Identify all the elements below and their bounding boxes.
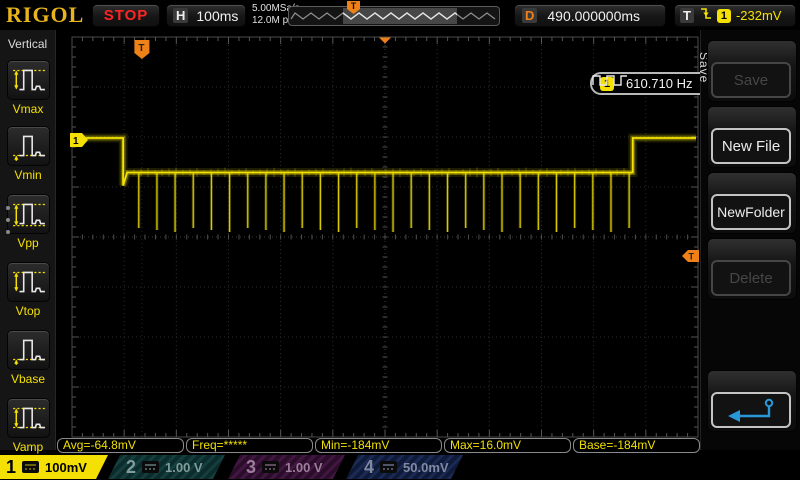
freq-value: 610.710 Hz bbox=[626, 76, 693, 91]
menu-page-dot bbox=[6, 230, 10, 234]
channel-1-status[interactable]: 1 100mV bbox=[0, 455, 112, 479]
svg-text:T: T bbox=[138, 43, 144, 54]
vpp-icon bbox=[11, 198, 47, 230]
measure-vmin-label: Vmin bbox=[0, 168, 56, 182]
trigger-level-marker[interactable]: T bbox=[682, 250, 699, 262]
delay-value: 490.000000ms bbox=[547, 8, 640, 24]
dc-coupling-icon bbox=[380, 461, 397, 473]
trigger-level-value: -232mV bbox=[736, 8, 782, 23]
measure-vpp-button[interactable] bbox=[7, 194, 50, 234]
measurement-max: Max=16.0mV bbox=[444, 438, 571, 453]
measure-vmax-button[interactable] bbox=[7, 60, 50, 100]
measurement-freq: Freq=***** bbox=[186, 438, 313, 453]
run-state-label: STOP bbox=[104, 7, 149, 24]
channel-2-status[interactable]: 2 1.00 V bbox=[108, 455, 228, 479]
measurement-base: Base=-184mV bbox=[573, 438, 700, 453]
vtop-icon bbox=[11, 266, 47, 298]
svg-text:T: T bbox=[689, 252, 695, 262]
run-state-button[interactable]: STOP bbox=[92, 4, 160, 27]
trigger-status-box[interactable]: T 1 -232mV bbox=[674, 4, 796, 27]
measurement-readouts: Avg=-64.8mV Freq=***** Min=-184mV Max=16… bbox=[57, 438, 700, 453]
measure-vamp-button[interactable] bbox=[7, 398, 50, 438]
dc-coupling-icon bbox=[262, 461, 279, 473]
channel-2-number: 2 bbox=[126, 457, 136, 478]
measure-vbase-label: Vbase bbox=[0, 372, 56, 386]
channel-4-status[interactable]: 4 50.0mV bbox=[346, 455, 466, 479]
save-button[interactable]: Save bbox=[711, 62, 791, 98]
measurement-min: Min=-184mV bbox=[315, 438, 442, 453]
save-button-label: Save bbox=[734, 72, 768, 89]
measure-vtop-label: Vtop bbox=[0, 304, 56, 318]
rigol-logo: RIGOL bbox=[6, 2, 84, 28]
vbase-icon bbox=[11, 334, 47, 366]
vmin-icon bbox=[11, 130, 47, 162]
vmax-icon bbox=[11, 64, 47, 96]
measure-vamp-label: Vamp bbox=[0, 440, 56, 454]
delay-label: D bbox=[522, 8, 537, 23]
save-menu: Save Save New File NewFolder Delete bbox=[700, 30, 800, 450]
waveform-display[interactable]: 1 T T 1 610.710 Hz bbox=[56, 30, 700, 450]
horizontal-label: H bbox=[173, 8, 188, 23]
measure-category-title: Vertical bbox=[0, 37, 55, 51]
menu-back-button[interactable] bbox=[711, 392, 791, 428]
measure-sidebar: Vertical Vmax Vmin bbox=[0, 30, 56, 450]
channel-2-scale: 1.00 V bbox=[165, 460, 203, 475]
menu-page-dot bbox=[6, 206, 10, 210]
dc-coupling-icon bbox=[22, 461, 39, 473]
delete-button-label: Delete bbox=[729, 270, 772, 287]
channel-3-number: 3 bbox=[246, 457, 256, 478]
channel-status-bar: 1 100mV 2 1.00 V 3 1.00 V 4 50.0mV bbox=[0, 455, 800, 480]
channel-4-scale: 50.0mV bbox=[403, 460, 449, 475]
measurement-avg: Avg=-64.8mV bbox=[57, 438, 184, 453]
trigger-source-badge: 1 bbox=[717, 9, 731, 23]
trigger-label: T bbox=[680, 8, 694, 23]
measure-vtop-button[interactable] bbox=[7, 262, 50, 302]
dc-coupling-icon bbox=[142, 461, 159, 473]
delay-box[interactable]: D 490.000000ms bbox=[514, 4, 666, 27]
new-file-button-label: New File bbox=[722, 138, 780, 155]
timebase-value: 100ms bbox=[196, 8, 238, 24]
delete-button[interactable]: Delete bbox=[711, 260, 791, 296]
horizontal-timebase-box[interactable]: H 100ms bbox=[166, 4, 246, 27]
channel-3-status[interactable]: 3 1.00 V bbox=[228, 455, 348, 479]
measure-vbase-button[interactable] bbox=[7, 330, 50, 370]
channel-3-scale: 1.00 V bbox=[285, 460, 323, 475]
measure-vmin-button[interactable] bbox=[7, 126, 50, 166]
channel-1-scale: 100mV bbox=[45, 460, 87, 475]
new-folder-button-label: NewFolder bbox=[717, 204, 785, 220]
new-folder-button[interactable]: NewFolder bbox=[711, 194, 791, 230]
overview-waveform bbox=[289, 7, 499, 25]
new-file-button[interactable]: New File bbox=[711, 128, 791, 164]
falling-edge-icon bbox=[699, 6, 712, 26]
measure-vpp-label: Vpp bbox=[0, 236, 56, 250]
waveform-overview-bar[interactable] bbox=[288, 6, 500, 26]
oscilloscope-screen: RIGOL STOP H 100ms 5.00MSa/s 12.0M pts T… bbox=[0, 0, 800, 480]
measure-vmax-label: Vmax bbox=[0, 102, 56, 116]
vamp-icon bbox=[11, 402, 47, 434]
channel-4-number: 4 bbox=[364, 457, 374, 478]
channel-1-number: 1 bbox=[6, 457, 16, 478]
menu-page-dot bbox=[6, 218, 10, 222]
center-marker-icon bbox=[379, 38, 391, 44]
trigger-position-flag[interactable]: T bbox=[134, 40, 149, 59]
return-arrow-icon bbox=[723, 396, 779, 424]
svg-text:1: 1 bbox=[73, 136, 79, 147]
